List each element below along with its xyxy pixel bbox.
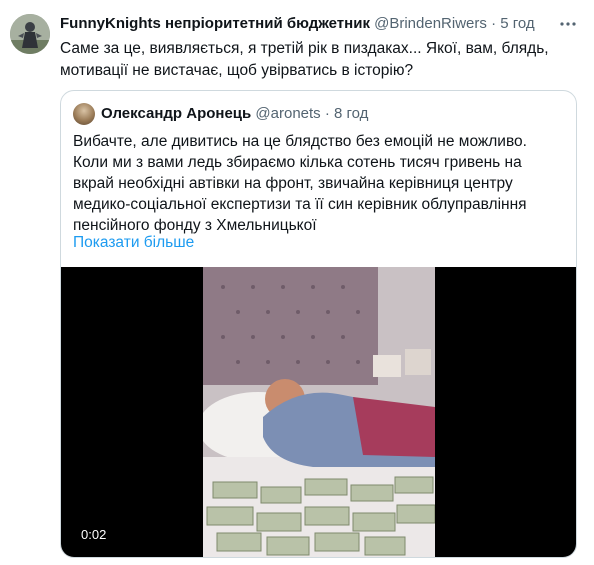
quoted-tweet-timestamp[interactable]: 8 год: [334, 105, 368, 122]
more-horizontal-icon[interactable]: [556, 12, 580, 36]
quoted-tweet[interactable]: Олександр Аронець @aronets · 8 год Вибач…: [60, 90, 577, 558]
tweet-timestamp[interactable]: 5 год: [500, 15, 534, 32]
author-display-name[interactable]: FunnyKnights непріоритетний бюджетник: [60, 15, 370, 32]
quoted-tweet-text: Вибачте, але дивитись на це блядство без…: [73, 133, 527, 234]
quoted-tweet-header: Олександр Аронець @aronets · 8 год: [101, 104, 368, 124]
separator-dot: ·: [491, 15, 497, 32]
show-more-link[interactable]: Показати більше: [73, 232, 194, 253]
video-frame: [203, 267, 435, 557]
video-duration-badge: 0:02: [75, 525, 113, 545]
tweet-card[interactable]: FunnyKnights непріоритетний бюджетник @B…: [0, 0, 594, 565]
separator-dot: ·: [324, 105, 330, 122]
author-avatar[interactable]: [10, 14, 50, 54]
tweet-header: FunnyKnights непріоритетний бюджетник @B…: [60, 14, 580, 36]
quoted-author-avatar[interactable]: [73, 103, 95, 125]
tweet-text: Саме за це, виявляється, я третій рік в …: [60, 40, 549, 79]
quoted-author-handle[interactable]: @aronets: [255, 105, 320, 122]
quoted-author-display-name[interactable]: Олександр Аронець: [101, 105, 251, 122]
video-player[interactable]: 0:02: [61, 267, 576, 557]
author-handle[interactable]: @BrindenRiwers: [374, 15, 487, 32]
